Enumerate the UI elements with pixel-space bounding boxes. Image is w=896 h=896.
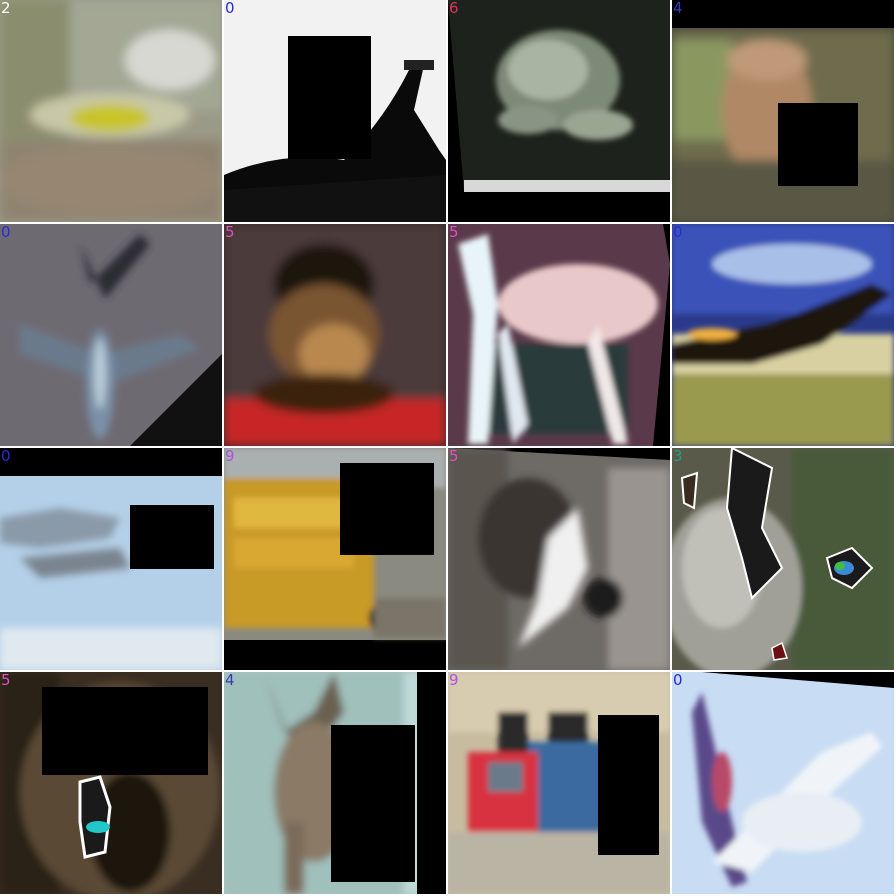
grid-tile-airplane: 0 <box>672 672 894 894</box>
class-label: 4 <box>225 672 235 689</box>
occlusion-mask <box>778 103 858 186</box>
class-label: 5 <box>1 672 11 689</box>
grid-tile-airplane: 0 <box>0 448 222 670</box>
occlusion-mask <box>672 0 894 28</box>
class-label: 0 <box>673 672 683 689</box>
grid-tile-airplane: 0 <box>672 224 894 446</box>
grid-tile-dog: 5 <box>448 448 670 670</box>
grid-tile-dog: 5 <box>0 672 222 894</box>
class-label: 5 <box>449 448 459 465</box>
grid-tile-dog: 5 <box>448 224 670 446</box>
airplane-image <box>672 224 894 446</box>
grid-tile-airplane: 0 <box>224 0 446 222</box>
frog-image <box>448 0 670 222</box>
class-label: 6 <box>449 0 459 17</box>
airplane-image <box>0 224 222 446</box>
occlusion-mask <box>42 687 208 775</box>
class-label: 5 <box>225 224 235 241</box>
grid-tile-deer: 4 <box>224 672 446 894</box>
grid-tile-truck: 9 <box>224 448 446 670</box>
occlusion-mask <box>331 725 415 882</box>
dog-image <box>224 224 446 446</box>
bird-image <box>0 0 222 222</box>
grid-tile-truck: 9 <box>448 672 670 894</box>
class-label: 0 <box>1 448 11 465</box>
airplane-image <box>672 672 894 894</box>
occlusion-mask <box>130 505 214 569</box>
occlusion-mask <box>417 672 446 894</box>
image-grid: 2 0 6 4 0 5 5 0 0 9 5 3 5 4 9 0 <box>0 0 896 896</box>
class-label: 3 <box>673 448 683 465</box>
dog-image <box>448 224 670 446</box>
class-label: 0 <box>225 0 235 17</box>
class-label: 9 <box>225 448 235 465</box>
occlusion-mask <box>340 463 434 555</box>
grid-tile-deer: 4 <box>672 0 894 222</box>
class-label: 2 <box>1 0 11 17</box>
grid-tile-bird: 2 <box>0 0 222 222</box>
class-label: 0 <box>1 224 11 241</box>
grid-tile-cat: 3 <box>672 448 894 670</box>
cat-image <box>672 448 894 670</box>
occlusion-mask <box>598 715 659 855</box>
grid-tile-dog: 5 <box>224 224 446 446</box>
class-label: 5 <box>449 224 459 241</box>
class-label: 9 <box>449 672 459 689</box>
grid-tile-airplane: 0 <box>0 224 222 446</box>
grid-tile-frog: 6 <box>448 0 670 222</box>
dog-image <box>448 448 670 670</box>
occlusion-mask <box>288 36 371 159</box>
class-label: 0 <box>673 224 683 241</box>
class-label: 4 <box>673 0 683 17</box>
